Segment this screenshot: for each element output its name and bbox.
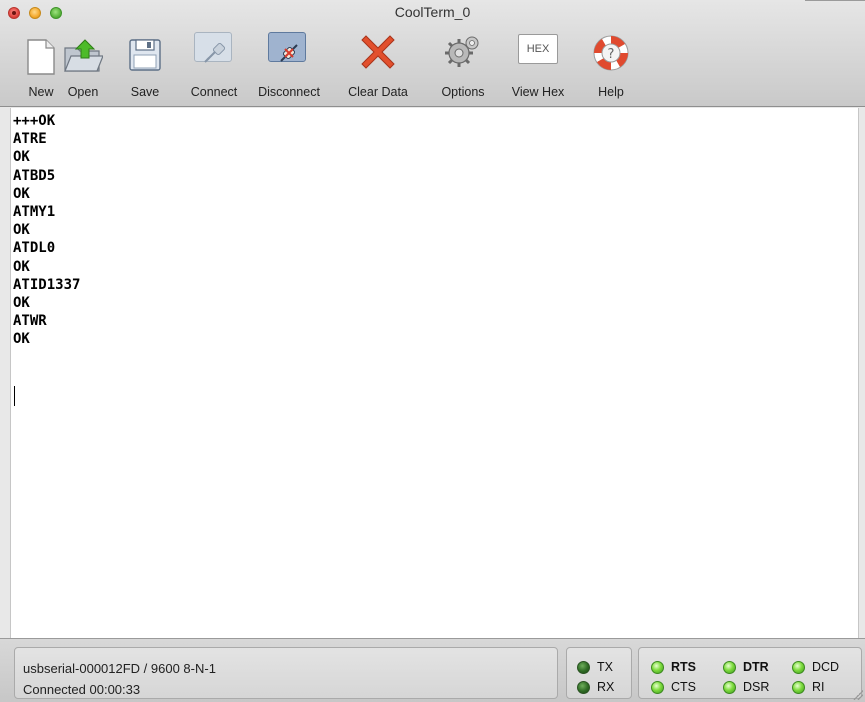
gear-icon [445, 36, 479, 67]
view-hex-button-label: View Hex [511, 85, 565, 99]
terminal-line: OK [13, 185, 30, 202]
disconnect-button-label: Disconnect [258, 85, 320, 99]
port-status-panel: usbserial-000012FD / 9600 8-N-1 Connecte… [14, 647, 558, 699]
svg-text:?: ? [608, 47, 615, 62]
tx-label: TX [597, 660, 613, 674]
status-bar: usbserial-000012FD / 9600 8-N-1 Connecte… [0, 638, 865, 702]
port-settings-text: usbserial-000012FD / 9600 8-N-1 [23, 661, 216, 676]
new-button-label: New [28, 85, 54, 99]
terminal-line: ATWR [13, 313, 47, 330]
save-button-label: Save [130, 85, 160, 99]
new-button[interactable]: New [22, 22, 60, 104]
terminal-line: ATBD5 [13, 167, 56, 184]
clear-data-button-label: Clear Data [348, 85, 408, 99]
tx-led-icon [577, 661, 590, 674]
rts-label: RTS [671, 660, 696, 674]
connect-button[interactable]: Connect [182, 22, 246, 104]
terminal-line: ATMY1 [13, 203, 56, 220]
options-button[interactable]: Options [430, 22, 496, 104]
help-button-label: Help [598, 85, 624, 99]
toolbar: New Open Save Connect Disconnect Clear D… [0, 22, 865, 106]
terminal-lines: +++OK ATRE OK ATBD5 OK ATMY1 OK ATDL0 OK… [13, 112, 80, 348]
connection-status-text: Connected 00:00:33 [23, 682, 141, 697]
terminal-line: OK [13, 331, 30, 348]
terminal-line: ATRE [13, 131, 47, 148]
clear-x-icon [361, 35, 395, 69]
clear-data-button[interactable]: Clear Data [343, 22, 413, 104]
view-hex-button[interactable]: View Hex [503, 22, 573, 104]
disconnect-button[interactable]: Disconnect [251, 22, 327, 104]
txrx-panel: TX RX [566, 647, 632, 699]
resize-grip[interactable] [853, 690, 863, 700]
ri-label: RI [812, 680, 825, 694]
options-button-label: Options [441, 85, 485, 99]
help-button[interactable]: ? Help [588, 22, 634, 104]
open-button[interactable]: Open [60, 22, 106, 104]
plug-connect-icon [204, 42, 226, 63]
coolterm-window: CoolTerm_0 New Open Save Connect Disconn… [0, 0, 865, 702]
terminal-line: ATID1337 [13, 276, 81, 293]
rts-led-icon[interactable] [651, 661, 664, 674]
cts-label: CTS [671, 680, 696, 694]
dcd-label: DCD [812, 660, 840, 674]
rx-led-icon [577, 681, 590, 694]
lifebuoy-help-icon: ? [593, 35, 629, 71]
terminal-line: OK [13, 222, 30, 239]
dsr-led-icon [723, 681, 736, 694]
window-title: CoolTerm_0 [394, 4, 471, 20]
terminal-line: OK [13, 294, 30, 311]
rx-label: RX [597, 680, 615, 694]
dsr-label: DSR [743, 680, 770, 694]
ri-led-icon [792, 681, 805, 694]
text-caret [14, 386, 15, 406]
new-document-icon [27, 39, 55, 75]
plug-disconnect-icon [280, 44, 298, 62]
signal-lines-panel: RTS CTS DTR DSR DCD RI [638, 647, 862, 699]
dtr-label: DTR [743, 660, 769, 674]
terminal-line: ATDL0 [13, 240, 56, 257]
open-button-label: Open [67, 85, 99, 99]
open-folder-icon [64, 39, 103, 72]
terminal-line: OK [13, 149, 30, 166]
window-chrome: CoolTerm_0 New Open Save Connect Disconn… [0, 0, 865, 107]
cts-led-icon [651, 681, 664, 694]
save-disk-icon [129, 39, 161, 71]
dcd-led-icon [792, 661, 805, 674]
connect-button-label: Connect [190, 85, 238, 99]
dtr-led-icon[interactable] [723, 661, 736, 674]
terminal-output[interactable]: +++OK ATRE OK ATBD5 OK ATMY1 OK ATDL0 OK… [10, 108, 859, 638]
titlebar[interactable]: CoolTerm_0 [0, 0, 865, 22]
terminal-line: +++OK [13, 113, 56, 129]
save-button[interactable]: Save [120, 22, 170, 104]
terminal-line: OK [13, 258, 30, 275]
titlebar-edge [805, 0, 865, 4]
